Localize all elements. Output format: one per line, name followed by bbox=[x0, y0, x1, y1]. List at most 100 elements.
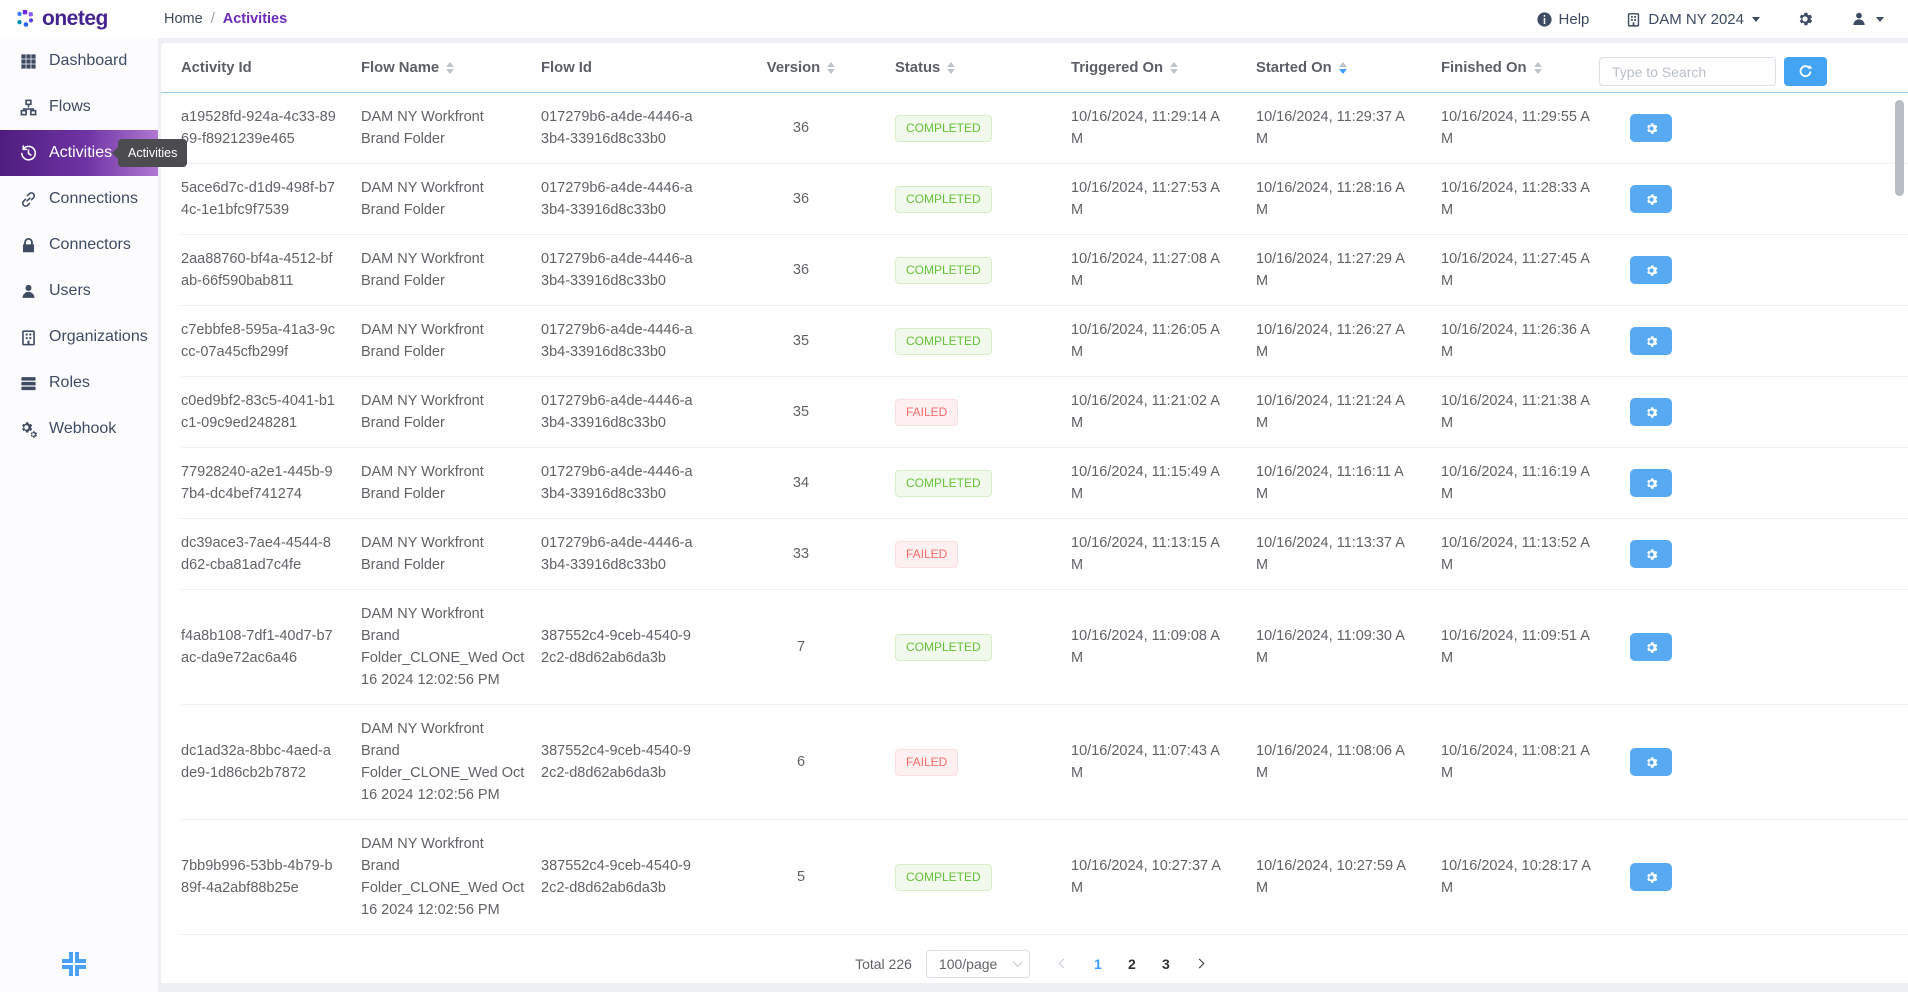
gear-icon bbox=[1644, 476, 1659, 491]
sidebar-item-flows[interactable]: Flows bbox=[0, 84, 158, 130]
version-cell: 6 bbox=[741, 738, 861, 786]
page-button-1[interactable]: 1 bbox=[1084, 950, 1112, 978]
triggered-on-cell: 10/16/2024, 11:15:49 AM bbox=[1051, 448, 1236, 518]
row-actions-button[interactable] bbox=[1630, 114, 1672, 142]
sidebar-item-users[interactable]: Users bbox=[0, 268, 158, 314]
help-button[interactable]: Help bbox=[1536, 11, 1590, 28]
sidebar-item-webhook[interactable]: Webhook bbox=[0, 406, 158, 452]
column-header-version[interactable]: Version bbox=[741, 60, 861, 76]
status-badge: FAILED bbox=[895, 399, 958, 426]
actions-cell bbox=[1606, 620, 1908, 674]
user-menu[interactable] bbox=[1850, 10, 1884, 28]
column-label: Started On bbox=[1256, 60, 1332, 76]
prev-page-button[interactable] bbox=[1050, 950, 1078, 978]
sort-arrows-icon bbox=[1170, 62, 1178, 74]
finished-on-cell: 10/16/2024, 11:29:55 AM bbox=[1421, 93, 1606, 163]
sidebar-item-activities[interactable]: Activities Activities bbox=[0, 130, 158, 176]
row-actions-button[interactable] bbox=[1630, 185, 1672, 213]
started-on-cell: 10/16/2024, 11:26:27 AM bbox=[1236, 306, 1421, 376]
breadcrumb-current: Activities bbox=[223, 11, 287, 27]
gears-icon bbox=[19, 420, 38, 439]
sidebar-collapse-icon[interactable] bbox=[56, 946, 92, 982]
flow-name-cell: DAM NY Workfront Brand Folder bbox=[361, 235, 541, 305]
column-header-status[interactable]: Status bbox=[861, 60, 1051, 76]
version-cell: 5 bbox=[741, 853, 861, 901]
column-header-started-on[interactable]: Started On bbox=[1236, 60, 1421, 76]
breadcrumb-home[interactable]: Home bbox=[164, 11, 203, 27]
row-actions-button[interactable] bbox=[1630, 327, 1672, 355]
actions-cell bbox=[1606, 101, 1908, 155]
triggered-on-cell: 10/16/2024, 11:27:53 AM bbox=[1051, 164, 1236, 234]
flow-id-cell: 387552c4-9ceb-4540-92c2-d8d62ab6da3b bbox=[541, 612, 741, 682]
sidebar-item-dashboard[interactable]: Dashboard bbox=[0, 38, 158, 84]
sort-arrows-icon bbox=[446, 62, 454, 74]
row-actions-button[interactable] bbox=[1630, 863, 1672, 891]
table-row: dc39ace3-7ae4-4544-8d62-cba81ad7c4fe DAM… bbox=[181, 519, 1908, 590]
triggered-on-cell: 10/16/2024, 11:07:43 AM bbox=[1051, 727, 1236, 797]
status-cell: COMPLETED bbox=[861, 621, 1051, 674]
sidebar-item-connectors[interactable]: Connectors bbox=[0, 222, 158, 268]
row-actions-button[interactable] bbox=[1630, 633, 1672, 661]
column-header-triggered-on[interactable]: Triggered On bbox=[1051, 60, 1236, 76]
gear-icon bbox=[1644, 405, 1659, 420]
status-badge: COMPLETED bbox=[895, 115, 992, 142]
sort-arrows-icon bbox=[1339, 62, 1347, 74]
gear-icon bbox=[1644, 121, 1659, 136]
version-cell: 35 bbox=[741, 317, 861, 365]
status-cell: COMPLETED bbox=[861, 102, 1051, 155]
column-label: Finished On bbox=[1441, 60, 1527, 76]
row-actions-button[interactable] bbox=[1630, 256, 1672, 284]
flow-name-cell: DAM NY Workfront Brand Folder bbox=[361, 164, 541, 234]
lock-icon bbox=[19, 236, 38, 255]
flow-name-cell: DAM NY Workfront Brand Folder_CLONE_Wed … bbox=[361, 705, 541, 819]
column-label: Version bbox=[767, 60, 820, 76]
page-button-3[interactable]: 3 bbox=[1152, 950, 1180, 978]
brand-logo-icon bbox=[14, 8, 36, 30]
topbar: oneteg Home / Activities Help DAM NY 202… bbox=[0, 0, 1908, 38]
row-actions-button[interactable] bbox=[1630, 469, 1672, 497]
sidebar-item-label: Connectors bbox=[49, 236, 131, 254]
finished-on-cell: 10/16/2024, 11:08:21 AM bbox=[1421, 727, 1606, 797]
search-input[interactable] bbox=[1599, 57, 1776, 86]
page-size-select[interactable]: 100/page bbox=[926, 950, 1030, 978]
actions-cell bbox=[1606, 314, 1908, 368]
history-icon bbox=[19, 144, 38, 163]
chevron-left-icon bbox=[1059, 959, 1069, 969]
sidebar-item-connections[interactable]: Connections bbox=[0, 176, 158, 222]
chevron-right-icon bbox=[1195, 959, 1205, 969]
version-cell: 36 bbox=[741, 104, 861, 152]
row-actions-button[interactable] bbox=[1630, 540, 1672, 568]
finished-on-cell: 10/16/2024, 11:09:51 AM bbox=[1421, 612, 1606, 682]
column-label: Triggered On bbox=[1071, 60, 1163, 76]
column-header-flow-name[interactable]: Flow Name bbox=[361, 60, 541, 76]
sidebar: Dashboard Flows Activities Activities bbox=[0, 38, 158, 992]
settings-button[interactable] bbox=[1796, 10, 1814, 28]
flow-name-cell: DAM NY Workfront Brand Folder bbox=[361, 377, 541, 447]
status-badge: FAILED bbox=[895, 749, 958, 776]
activity-id-cell: f4a8b108-7df1-40d7-b7ac-da9e72ac6a46 bbox=[181, 612, 361, 682]
row-actions-button[interactable] bbox=[1630, 398, 1672, 426]
next-page-button[interactable] bbox=[1186, 950, 1214, 978]
actions-cell bbox=[1606, 735, 1908, 789]
sidebar-item-label: Roles bbox=[49, 374, 90, 392]
column-header-finished-on[interactable]: Finished On bbox=[1421, 60, 1606, 76]
sidebar-item-organizations[interactable]: Organizations bbox=[0, 314, 158, 360]
status-cell: COMPLETED bbox=[861, 244, 1051, 297]
flow-id-cell: 017279b6-a4de-4446-a3b4-33916d8c33b0 bbox=[541, 377, 741, 447]
version-cell: 35 bbox=[741, 388, 861, 436]
table-scrollbar-thumb[interactable] bbox=[1895, 100, 1904, 196]
status-cell: COMPLETED bbox=[861, 173, 1051, 226]
refresh-button[interactable] bbox=[1784, 57, 1827, 86]
org-selector[interactable]: DAM NY 2024 bbox=[1625, 11, 1760, 28]
row-actions-button[interactable] bbox=[1630, 748, 1672, 776]
brand-logo[interactable]: oneteg bbox=[0, 7, 158, 31]
table-row: c0ed9bf2-83c5-4041-b1c1-09c9ed248281 DAM… bbox=[181, 377, 1908, 448]
status-badge: COMPLETED bbox=[895, 634, 992, 661]
info-icon bbox=[1536, 11, 1553, 28]
page-button-2[interactable]: 2 bbox=[1118, 950, 1146, 978]
sidebar-item-roles[interactable]: Roles bbox=[0, 360, 158, 406]
triggered-on-cell: 10/16/2024, 11:29:14 AM bbox=[1051, 93, 1236, 163]
column-label: Flow Name bbox=[361, 60, 439, 76]
started-on-cell: 10/16/2024, 11:29:37 AM bbox=[1236, 93, 1421, 163]
status-badge: COMPLETED bbox=[895, 864, 992, 891]
